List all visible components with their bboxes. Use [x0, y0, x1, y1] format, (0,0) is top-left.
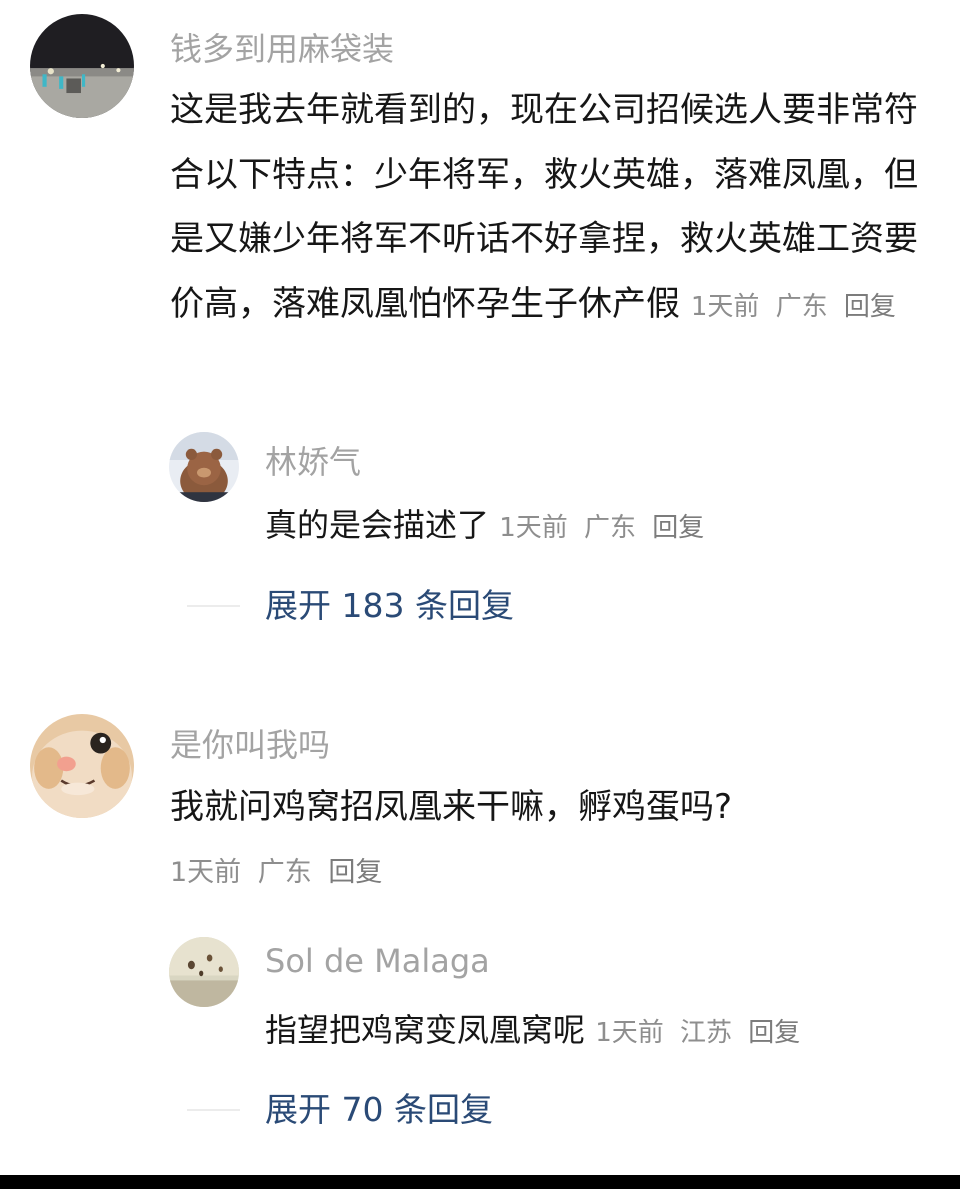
reply-time: 1天前 — [595, 1018, 664, 1048]
night-city-avatar[interactable] — [30, 14, 134, 118]
comment-text: 这是我去年就看到的，现在公司招候选人要非常符合以下特点：少年将军，救火英雄，落难… — [170, 78, 945, 339]
reply-meta: 1天前 广东 回复 — [499, 513, 712, 543]
bear-avatar[interactable] — [169, 432, 239, 502]
comment-text: 我就问鸡窝招凤凰来干嘛，孵鸡蛋吗? — [170, 775, 945, 840]
reply-location: 江苏 — [680, 1018, 733, 1048]
reply-location: 广东 — [584, 513, 637, 543]
reply-button[interactable]: 回复 — [844, 292, 896, 322]
cat-face-avatar[interactable] — [30, 714, 134, 818]
reply-body: 真的是会描述了 — [265, 506, 490, 544]
reply-button[interactable]: 回复 — [748, 1018, 800, 1048]
reply-body: 指望把鸡窝变凤凰窝呢 — [265, 1011, 586, 1049]
divider — [187, 605, 240, 607]
expand-replies-button[interactable]: 展开 70 条回复 — [265, 1085, 493, 1135]
reply-button[interactable]: 回复 — [328, 857, 382, 888]
comment-username[interactable]: 钱多到用麻袋装 — [170, 24, 394, 70]
comment-body: 我就问鸡窝招凤凰来干嘛，孵鸡蛋吗? — [170, 787, 733, 827]
hot-air-balloon-avatar[interactable] — [169, 937, 239, 1007]
reply-username[interactable]: Sol de Malaga — [265, 942, 490, 980]
comment-location: 广东 — [257, 857, 312, 888]
reply-button[interactable]: 回复 — [652, 513, 704, 543]
comment-body: 这是我去年就看到的，现在公司招候选人要非常符合以下特点：少年将军，救火英雄，落难… — [170, 90, 918, 324]
expand-replies[interactable]: 展开 70 条回复 — [0, 1085, 960, 1135]
comment-time: 1天前 — [690, 291, 760, 322]
expand-replies-button[interactable]: 展开 183 条回复 — [265, 581, 514, 631]
reply-time: 1天前 — [499, 513, 568, 543]
comment-username[interactable]: 是你叫我吗 — [170, 720, 330, 766]
divider — [187, 1109, 240, 1111]
reply-username[interactable]: 林娇气 — [265, 437, 361, 483]
comment-meta: 1天前 广东 回复 — [170, 854, 390, 892]
comment-time: 1天前 — [170, 857, 242, 888]
reply-meta: 1天前 江苏 回复 — [595, 1018, 808, 1048]
reply-text: 真的是会描述了 1天前 广东 回复 — [265, 500, 955, 553]
expand-replies[interactable]: 展开 183 条回复 — [0, 581, 960, 631]
comment-location: 广东 — [775, 291, 828, 322]
bottom-edge — [0, 1175, 960, 1189]
reply-text: 指望把鸡窝变凤凰窝呢 1天前 江苏 回复 — [265, 1005, 955, 1058]
comment-meta: 1天前 广东 回复 — [691, 292, 904, 322]
